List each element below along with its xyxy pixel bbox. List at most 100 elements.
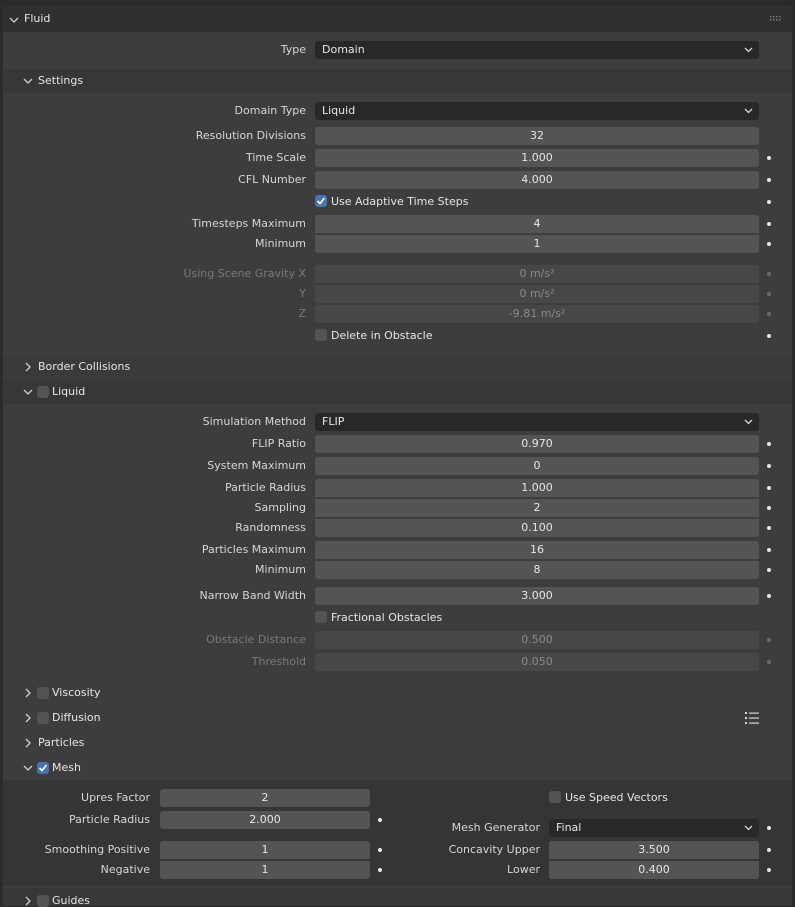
keyframe-dot[interactable] (767, 334, 771, 338)
chevron-down-icon[interactable] (23, 763, 33, 773)
liquid-header[interactable] (3, 380, 792, 404)
threshold-field: 0.050 (315, 653, 759, 671)
keyframe-dot[interactable] (767, 442, 771, 446)
type-dropdown[interactable]: Domain (315, 41, 759, 59)
keyframe-dot[interactable] (767, 222, 771, 226)
system-max-label: System Maximum (207, 459, 306, 472)
diffusion-checkbox[interactable] (37, 712, 49, 724)
timesteps-max-field[interactable]: 4 (315, 215, 759, 233)
upres-field[interactable]: 2 (160, 789, 370, 807)
sim-method-label: Simulation Method (202, 415, 306, 428)
keyframe-dot (767, 292, 771, 296)
time-scale-field[interactable]: 1.000 (315, 149, 759, 167)
viscosity-title[interactable]: Viscosity (52, 686, 100, 699)
keyframe-dot[interactable] (767, 506, 771, 510)
smooth-pos-field[interactable]: 1 (160, 841, 370, 859)
particles-max-field[interactable]: 16 (315, 541, 759, 559)
keyframe-dot[interactable] (767, 486, 771, 490)
keyframe-dot[interactable] (378, 848, 382, 852)
sim-method-dropdown[interactable]: FLIP (315, 413, 759, 431)
keyframe-dot[interactable] (767, 200, 771, 204)
mesh-particle-radius-field[interactable]: 2.000 (160, 811, 370, 829)
chevron-right-icon[interactable] (23, 362, 33, 372)
chevron-down-icon[interactable] (23, 76, 33, 86)
cfl-field[interactable]: 4.000 (315, 171, 759, 189)
keyframe-dot[interactable] (767, 464, 771, 468)
chevron-down-icon (744, 47, 753, 53)
chevron-right-icon[interactable] (23, 713, 33, 723)
keyframe-dot[interactable] (767, 242, 771, 246)
settings-header[interactable] (3, 69, 792, 93)
particles-title[interactable]: Particles (38, 736, 84, 749)
sampling-field[interactable]: 2 (315, 499, 759, 517)
panel-title: Fluid (24, 12, 51, 25)
domain-type-value: Liquid (322, 104, 356, 117)
keyframe-dot[interactable] (378, 868, 382, 872)
chevron-right-icon[interactable] (23, 738, 33, 748)
list-menu-icon[interactable] (745, 712, 759, 724)
narrow-band-field[interactable]: 3.000 (315, 587, 759, 605)
guides-header[interactable] (3, 888, 792, 906)
timesteps-min-field[interactable]: 1 (315, 235, 759, 253)
gravity-z-field: -9.81 m/s² (315, 305, 759, 323)
keyframe-dot[interactable] (767, 526, 771, 530)
randomness-field[interactable]: 0.100 (315, 519, 759, 537)
liquid-title: Liquid (52, 385, 86, 398)
chevron-down-icon[interactable] (23, 387, 33, 397)
delete-obstacle-label[interactable]: Delete in Obstacle (331, 329, 432, 342)
type-value: Domain (322, 43, 365, 56)
chevron-down-icon[interactable] (9, 15, 19, 25)
fractional-label[interactable]: Fractional Obstacles (331, 611, 442, 624)
generator-label: Mesh Generator (451, 821, 540, 834)
concavity-lower-label: Lower (507, 863, 540, 876)
adaptive-label[interactable]: Use Adaptive Time Steps (331, 195, 468, 208)
smooth-neg-field[interactable]: 1 (160, 861, 370, 879)
keyframe-dot[interactable] (378, 818, 382, 822)
gravity-y-field: 0 m/s² (315, 285, 759, 303)
fractional-checkbox[interactable] (315, 611, 327, 623)
viscosity-checkbox[interactable] (37, 687, 49, 699)
domain-type-label: Domain Type (234, 104, 306, 117)
check-icon (38, 764, 48, 772)
system-max-field[interactable]: 0 (315, 457, 759, 475)
keyframe-dot[interactable] (767, 178, 771, 182)
gravity-x-label: Using Scene Gravity X (183, 267, 306, 280)
generator-dropdown[interactable]: Final (549, 819, 759, 837)
randomness-label: Randomness (235, 521, 306, 534)
concavity-upper-field[interactable]: 3.500 (549, 841, 759, 859)
concavity-lower-field[interactable]: 0.400 (549, 861, 759, 879)
mesh-checkbox[interactable] (37, 762, 49, 774)
speed-vectors-label[interactable]: Use Speed Vectors (565, 791, 668, 804)
fluid-panel-header[interactable] (3, 6, 792, 32)
flip-ratio-field[interactable]: 0.970 (315, 435, 759, 453)
chevron-right-icon[interactable] (23, 688, 33, 698)
guides-title[interactable]: Guides (52, 894, 90, 907)
keyframe-dot[interactable] (767, 594, 771, 598)
diffusion-title[interactable]: Diffusion (52, 711, 101, 724)
chevron-right-icon[interactable] (23, 896, 33, 906)
particles-min-field[interactable]: 8 (315, 561, 759, 579)
mesh-particle-radius-label: Particle Radius (68, 813, 150, 826)
guides-checkbox[interactable] (37, 895, 49, 907)
smooth-pos-label: Smoothing Positive (44, 843, 150, 856)
domain-type-dropdown[interactable]: Liquid (315, 102, 759, 120)
keyframe-dot[interactable] (767, 568, 771, 572)
keyframe-dot[interactable] (767, 848, 771, 852)
keyframe-dot[interactable] (767, 156, 771, 160)
chevron-down-icon (744, 825, 753, 831)
mesh-title[interactable]: Mesh (52, 761, 81, 774)
keyframe-dot[interactable] (767, 548, 771, 552)
sim-method-value: FLIP (322, 415, 345, 428)
resolution-field[interactable]: 32 (315, 127, 759, 145)
keyframe-dot[interactable] (767, 826, 771, 830)
liquid-enable-checkbox[interactable] (37, 386, 49, 398)
speed-vectors-checkbox[interactable] (549, 791, 561, 803)
gravity-z-label: Z (298, 307, 306, 320)
delete-obstacle-checkbox[interactable] (315, 329, 327, 341)
timesteps-max-label: Timesteps Maximum (191, 217, 306, 230)
keyframe-dot[interactable] (767, 868, 771, 872)
smooth-neg-label: Negative (100, 863, 150, 876)
adaptive-checkbox[interactable] (315, 195, 327, 207)
drag-grip-icon[interactable] (770, 16, 782, 22)
particle-radius-field[interactable]: 1.000 (315, 479, 759, 497)
